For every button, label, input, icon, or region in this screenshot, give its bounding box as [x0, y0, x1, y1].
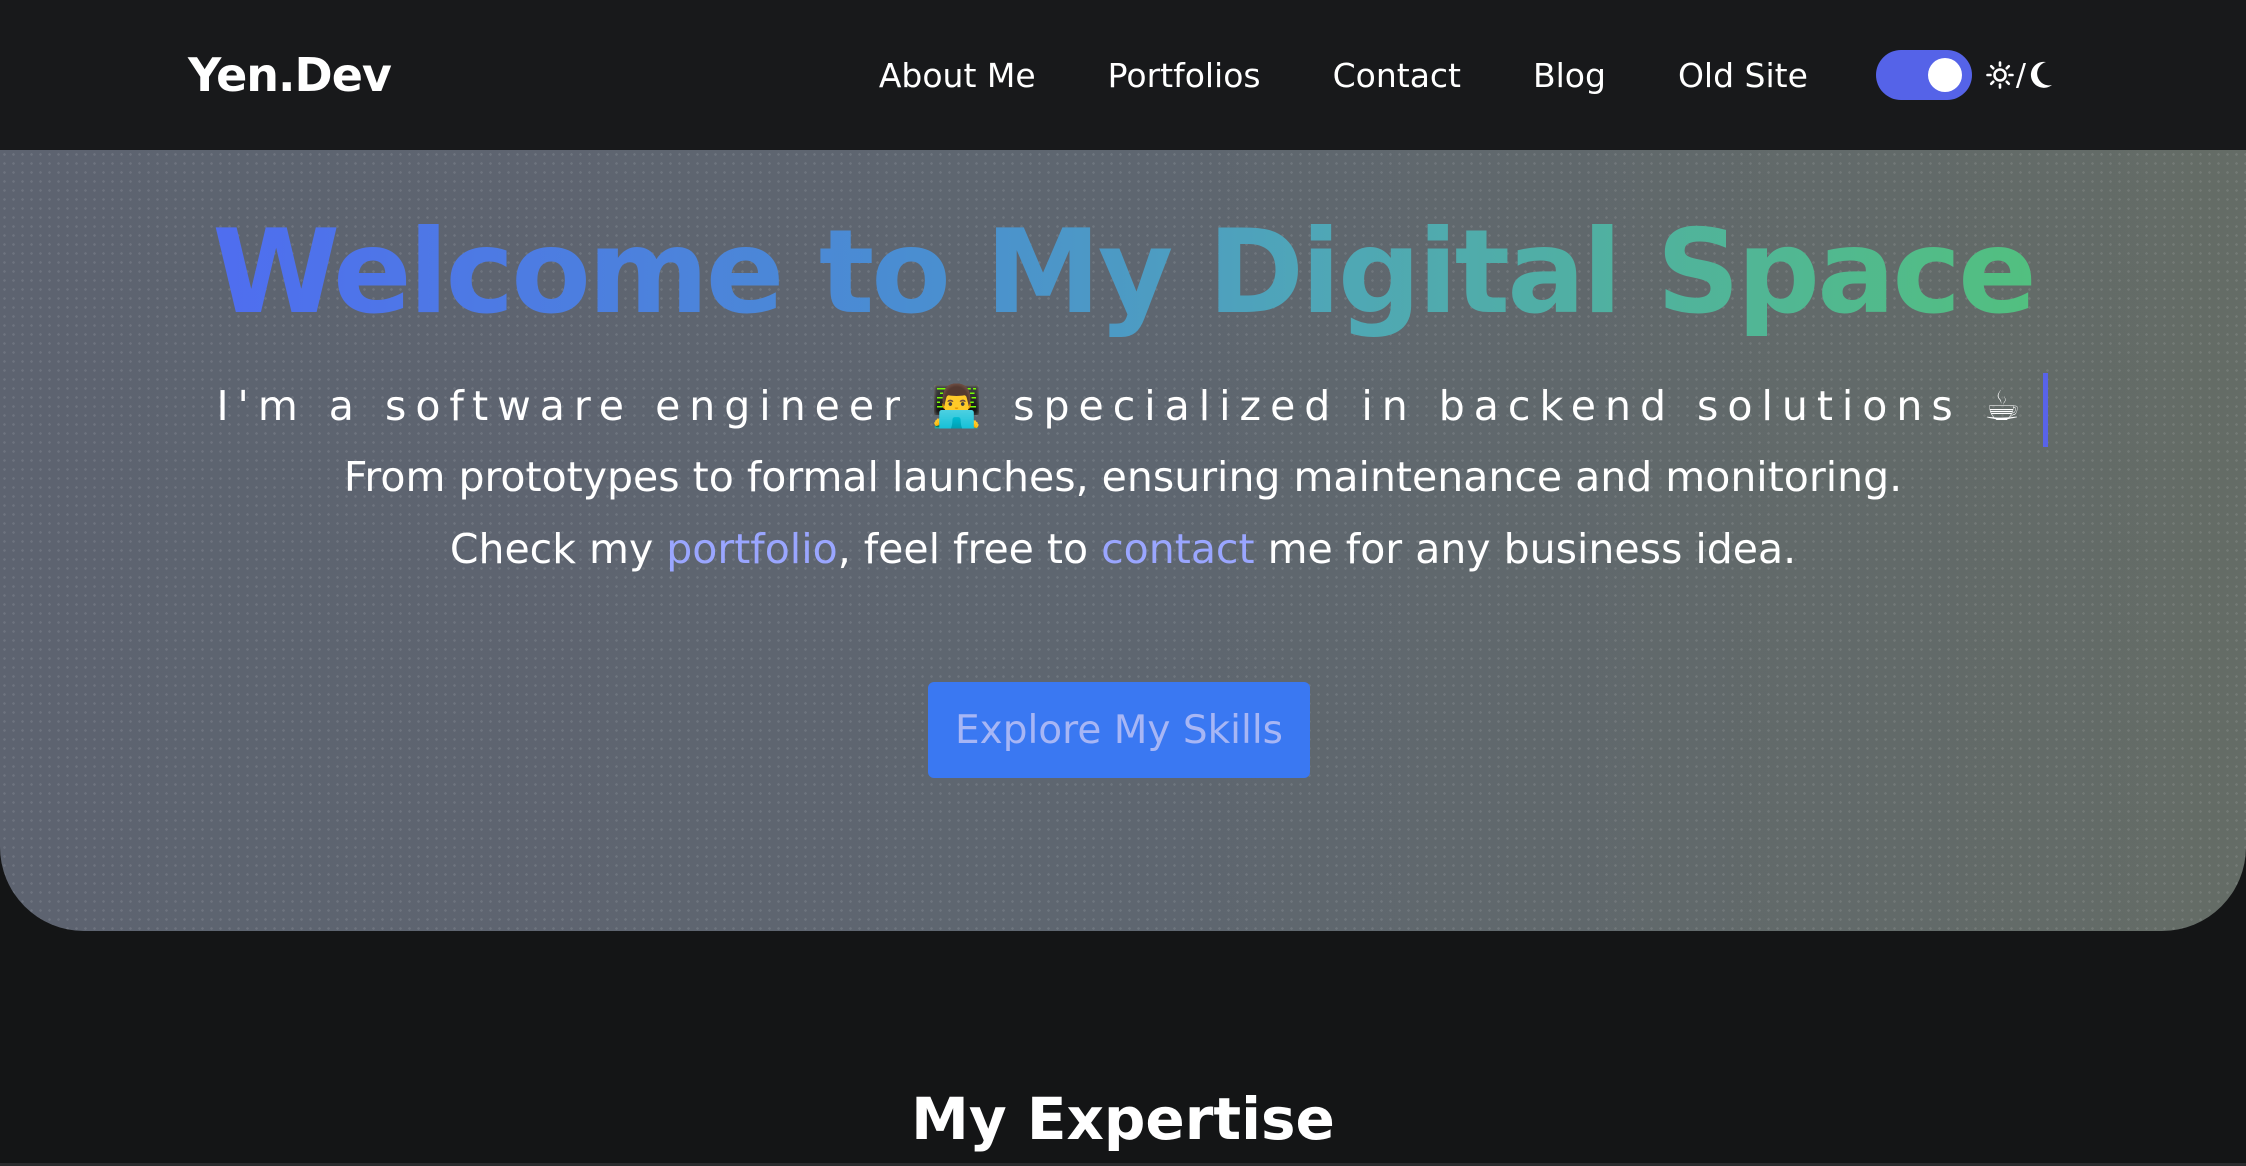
nav-link-portfolios[interactable]: Portfolios	[1108, 56, 1261, 95]
site-brand-link[interactable]: Yen.Dev	[188, 48, 392, 102]
page: Yen.Dev About Me Portfolios Contact Blog…	[0, 0, 2246, 1166]
hero-cta-middle: , feel free to	[837, 525, 1102, 573]
hero-cta-line: Check my portfolio, feel free to contact…	[0, 525, 2246, 573]
hero-description-line: From prototypes to formal launches, ensu…	[343, 453, 1903, 501]
hero-cta-suffix: me for any business idea.	[1254, 525, 1797, 573]
nav-links: About Me Portfolios Contact Blog Old Sit…	[879, 50, 2054, 100]
nav-link-blog[interactable]: Blog	[1533, 56, 1606, 95]
hero-title: Welcome to My Digital Space	[0, 205, 2246, 340]
moon-icon	[2028, 60, 2054, 90]
nav-link-about-me[interactable]: About Me	[879, 56, 1036, 95]
nav-link-contact[interactable]: Contact	[1333, 56, 1461, 95]
hero-section: Welcome to My Digital Space I'm a softwa…	[0, 150, 2246, 931]
sun-icon	[1986, 61, 2014, 89]
nav-link-old-site[interactable]: Old Site	[1678, 56, 1808, 95]
typing-caret	[2043, 373, 2048, 447]
theme-toggle-switch[interactable]	[1875, 50, 1972, 100]
portfolio-link[interactable]: portfolio	[666, 525, 837, 573]
theme-label: /	[1986, 58, 2054, 93]
hero-typing-text: I'm a software engineer 👨‍💻 specialized …	[216, 382, 2030, 430]
hero-cta-prefix: Check my	[449, 525, 667, 573]
explore-skills-button[interactable]: Explore My Skills	[928, 682, 1310, 778]
theme-separator: /	[2015, 57, 2026, 93]
contact-link[interactable]: contact	[1101, 525, 1254, 573]
hero-title-text: Welcome to My Digital Space	[206, 205, 2040, 340]
expertise-section-title: My Expertise	[911, 1085, 1335, 1153]
theme-toggle-knob	[1927, 58, 1962, 92]
navbar: Yen.Dev About Me Portfolios Contact Blog…	[0, 0, 2246, 150]
